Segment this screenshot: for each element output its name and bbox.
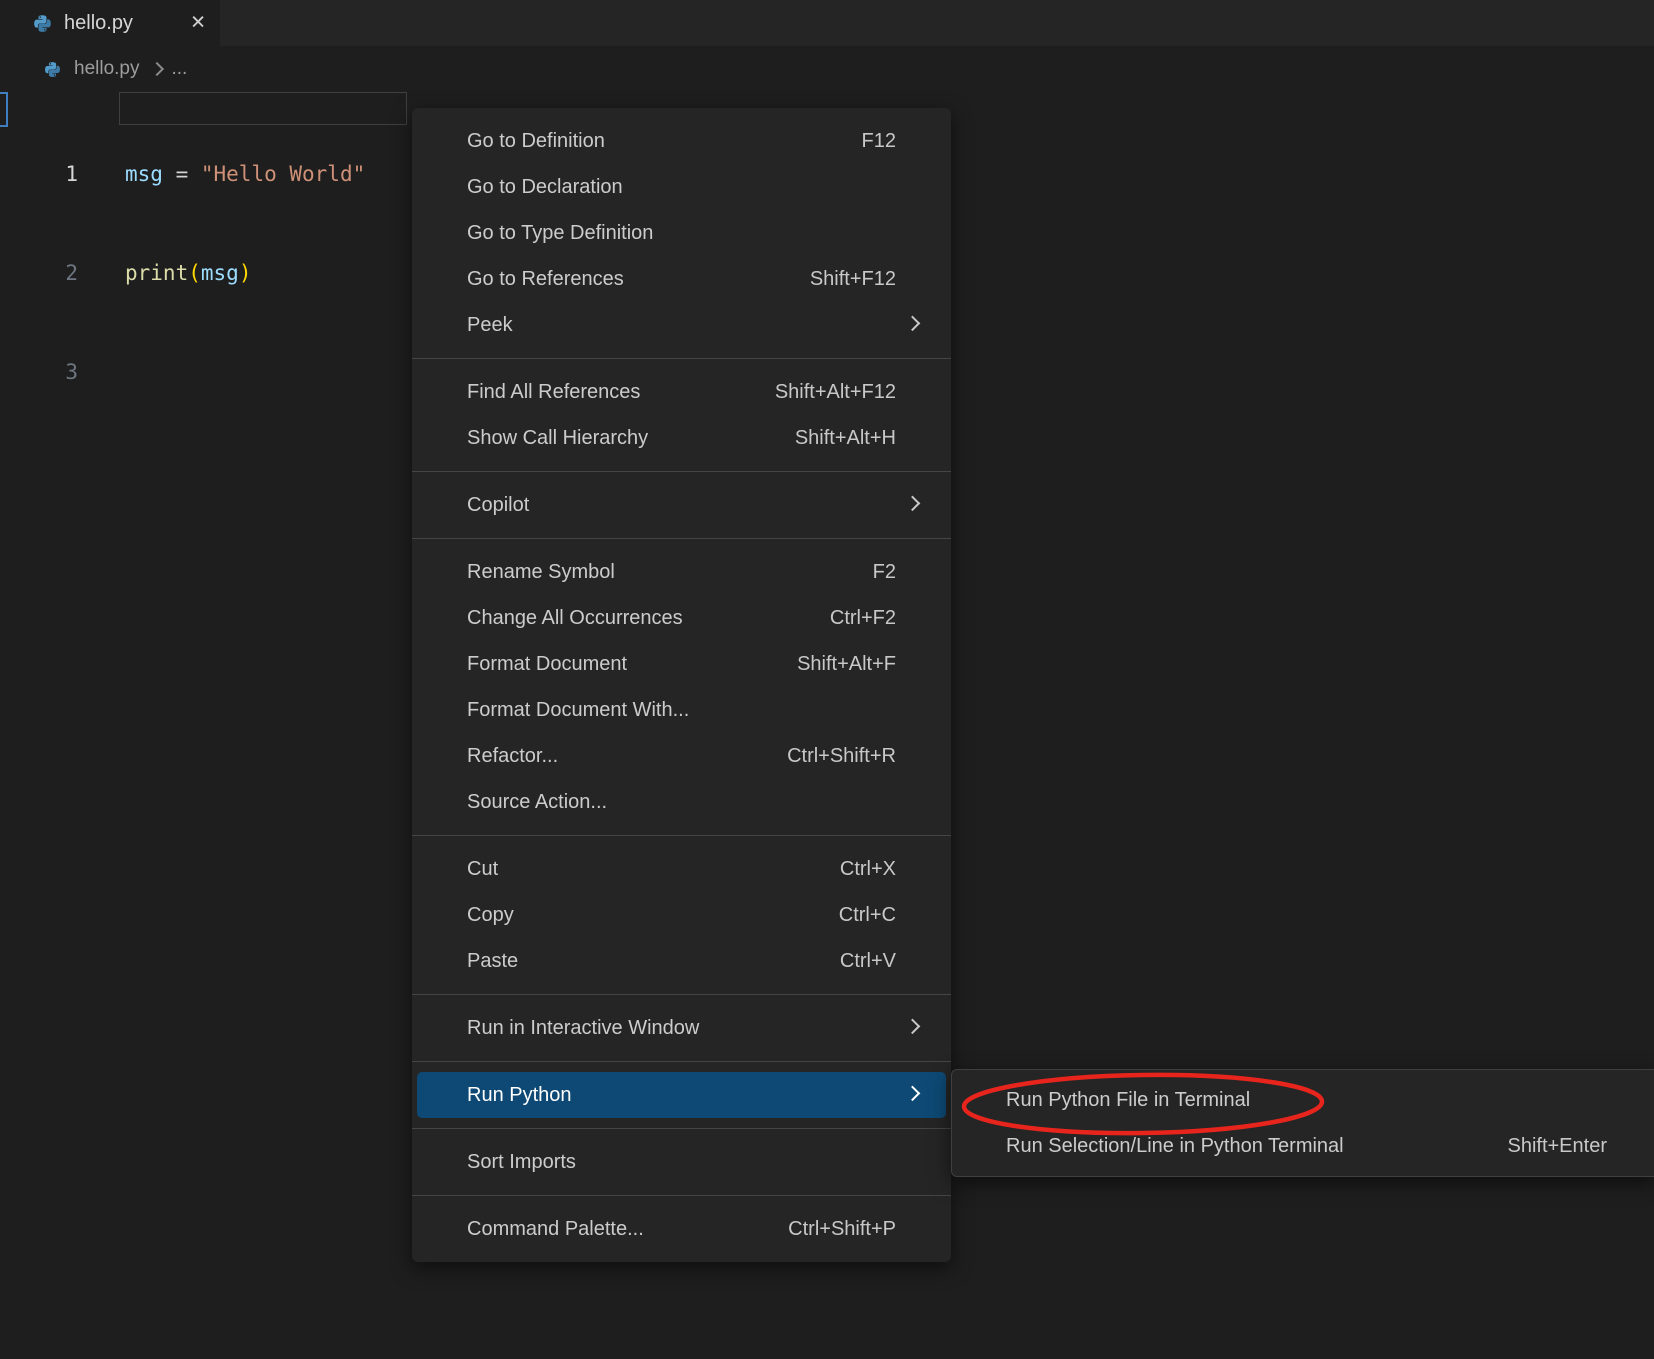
context-menu: Go to Definition F12 Go to Declaration G… xyxy=(412,108,951,1262)
vscode-window: { "tab": { "label": "hello.py", "icon": … xyxy=(0,0,1654,1359)
menu-item-sort-imports[interactable]: Sort Imports xyxy=(412,1139,951,1185)
shortcut: Ctrl+Shift+R xyxy=(787,745,896,768)
code-line[interactable]: 3 xyxy=(0,356,365,389)
shortcut: Ctrl+X xyxy=(840,858,896,881)
submenu-chevron-icon xyxy=(905,496,921,512)
code-token: print xyxy=(125,261,188,285)
submenu-chevron-icon xyxy=(905,1086,921,1102)
menu-item-refactor[interactable]: Refactor... Ctrl+Shift+R xyxy=(412,733,951,779)
menu-item-source-action[interactable]: Source Action... xyxy=(412,779,951,825)
menu-item-format-document-with[interactable]: Format Document With... xyxy=(412,687,951,733)
submenu-chevron-icon xyxy=(905,316,921,332)
menu-separator xyxy=(412,835,951,836)
shortcut: Ctrl+C xyxy=(839,904,896,927)
menu-item-format-document[interactable]: Format Document Shift+Alt+F xyxy=(412,641,951,687)
shortcut: Ctrl+Shift+P xyxy=(788,1218,896,1241)
menu-separator xyxy=(412,994,951,995)
breadcrumb-file[interactable]: hello.py xyxy=(74,58,140,80)
menu-item-change-all-occurrences[interactable]: Change All Occurrences Ctrl+F2 xyxy=(412,595,951,641)
shortcut: Shift+Alt+H xyxy=(795,427,896,450)
line-number: 1 xyxy=(0,158,78,191)
chevron-right-icon xyxy=(149,62,163,76)
shortcut: Shift+Alt+F12 xyxy=(775,381,896,404)
tab-label: hello.py xyxy=(64,12,133,35)
menu-item-go-to-definition[interactable]: Go to Definition F12 xyxy=(412,118,951,164)
shortcut: Ctrl+V xyxy=(840,950,896,973)
menu-item-copy[interactable]: Copy Ctrl+C xyxy=(412,892,951,938)
menu-item-go-to-declaration[interactable]: Go to Declaration xyxy=(412,164,951,210)
shortcut: Shift+F12 xyxy=(810,268,896,291)
menu-item-peek[interactable]: Peek xyxy=(412,302,951,348)
shortcut: F2 xyxy=(873,561,896,584)
code-token: "Hello World" xyxy=(201,162,365,186)
menu-item-cut[interactable]: Cut Ctrl+X xyxy=(412,846,951,892)
menu-item-command-palette[interactable]: Command Palette... Ctrl+Shift+P xyxy=(412,1206,951,1252)
tab-hello-py[interactable]: hello.py ✕ xyxy=(0,0,220,46)
line-number: 3 xyxy=(0,356,78,389)
submenu-item-run-selection-line-in-python-terminal[interactable]: Run Selection/Line in Python Terminal Sh… xyxy=(952,1123,1654,1169)
close-icon[interactable]: ✕ xyxy=(190,14,206,33)
menu-item-go-to-type-definition[interactable]: Go to Type Definition xyxy=(412,210,951,256)
breadcrumb: hello.py ... xyxy=(0,52,187,86)
menu-separator xyxy=(412,1128,951,1129)
menu-item-copilot[interactable]: Copilot xyxy=(412,482,951,528)
shortcut: Shift+Enter xyxy=(1507,1135,1607,1158)
submenu-item-run-python-file-in-terminal[interactable]: Run Python File in Terminal xyxy=(952,1077,1654,1123)
python-icon xyxy=(44,61,61,78)
code-token: msg xyxy=(125,162,163,186)
code-line[interactable]: 1 msg = "Hello World" xyxy=(0,158,365,191)
menu-item-paste[interactable]: Paste Ctrl+V xyxy=(412,938,951,984)
shortcut: F12 xyxy=(862,130,896,153)
run-python-submenu: Run Python File in Terminal Run Selectio… xyxy=(951,1069,1654,1177)
code-token: ( xyxy=(188,261,201,285)
menu-separator xyxy=(412,1195,951,1196)
menu-separator xyxy=(412,1061,951,1062)
breadcrumb-more[interactable]: ... xyxy=(172,58,188,80)
line-number: 2 xyxy=(0,257,78,290)
submenu-chevron-icon xyxy=(905,1019,921,1035)
code-token: = xyxy=(163,162,201,186)
menu-separator xyxy=(412,358,951,359)
code-editor[interactable]: 1 msg = "Hello World" 2 print(msg) 3 xyxy=(0,92,365,422)
menu-item-rename-symbol[interactable]: Rename Symbol F2 xyxy=(412,549,951,595)
shortcut: Ctrl+F2 xyxy=(830,607,896,630)
tab-bar: hello.py ✕ xyxy=(0,0,1654,46)
menu-separator xyxy=(412,538,951,539)
code-line[interactable]: 2 print(msg) xyxy=(0,257,365,290)
code-token: msg xyxy=(201,261,239,285)
menu-separator xyxy=(412,471,951,472)
menu-item-show-call-hierarchy[interactable]: Show Call Hierarchy Shift+Alt+H xyxy=(412,415,951,461)
menu-item-go-to-references[interactable]: Go to References Shift+F12 xyxy=(412,256,951,302)
menu-item-find-all-references[interactable]: Find All References Shift+Alt+F12 xyxy=(412,369,951,415)
menu-item-run-in-interactive-window[interactable]: Run in Interactive Window xyxy=(412,1005,951,1051)
python-icon xyxy=(33,14,52,33)
shortcut: Shift+Alt+F xyxy=(797,653,896,676)
menu-item-run-python[interactable]: Run Python xyxy=(417,1072,946,1118)
code-token: ) xyxy=(239,261,252,285)
